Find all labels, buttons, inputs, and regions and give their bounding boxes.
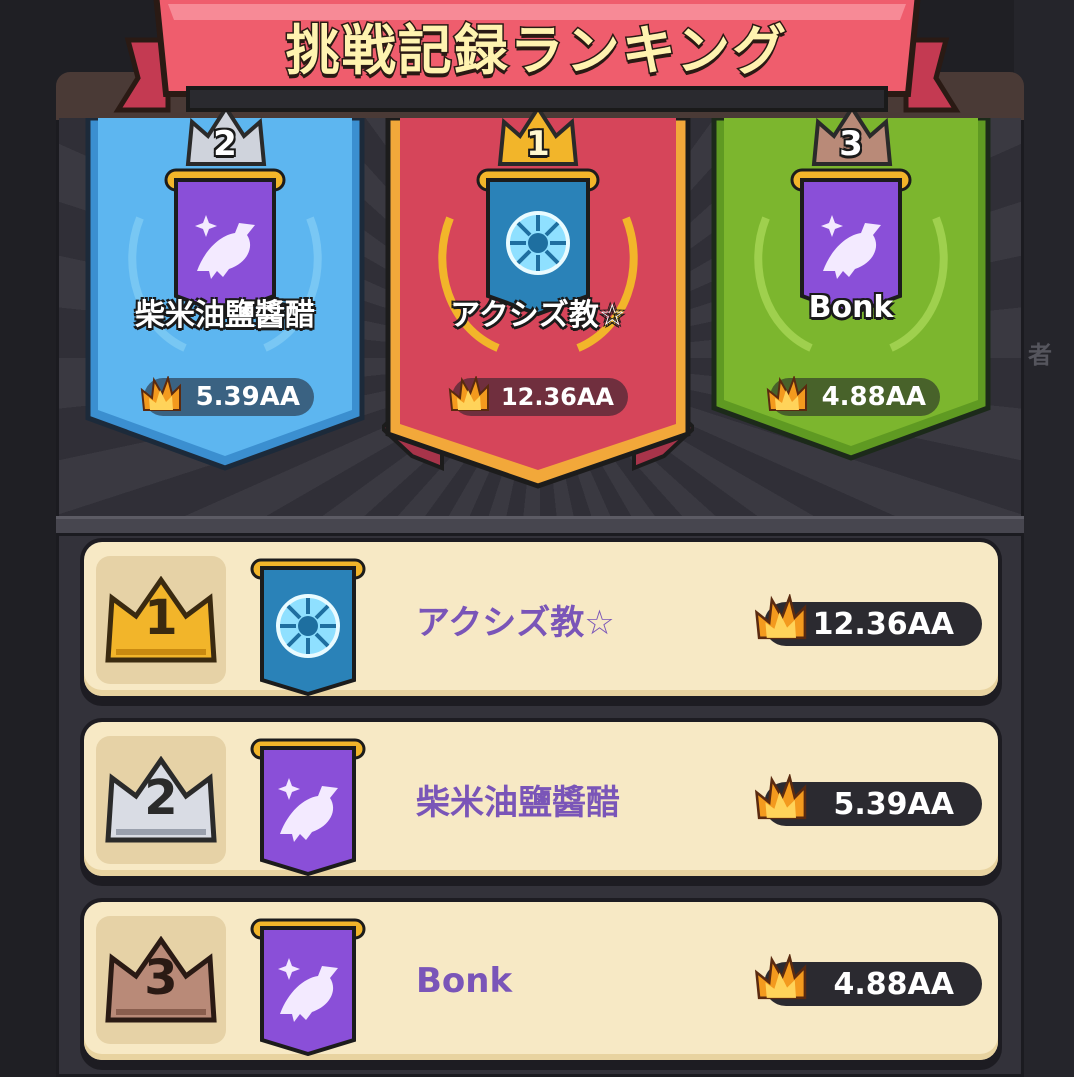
rank-cell: 1 [96, 556, 226, 684]
podium-player-name: Bonk [808, 290, 894, 325]
ranking-row[interactable]: 3 Bonk 4.88AA [80, 898, 1002, 1070]
player-name: アクシズ教☆ [416, 602, 615, 643]
guild-emblem [250, 918, 366, 1056]
guild-emblem [250, 558, 366, 696]
score-pill: 5.39AA [755, 775, 982, 826]
podium-rank-label: 1 [526, 124, 550, 164]
rank-number: 3 [144, 950, 178, 1006]
guild-emblem [250, 738, 366, 876]
podium-score-value: 12.36AA [500, 383, 614, 411]
score-value: 4.88AA [833, 966, 954, 1002]
podium-banner-rank-3[interactable]: 3 Bonk 4.88AA [708, 106, 994, 468]
rank-cell: 2 [96, 736, 226, 864]
ranking-row-card: 3 Bonk 4.88AA [84, 902, 998, 1060]
ranking-row[interactable]: 2 柴米油鹽醬醋 5.39AA [80, 718, 1002, 886]
flame-icon [141, 377, 181, 411]
water-gem-icon [276, 594, 340, 658]
ranking-row-card: 1 アクシズ教☆ 12.36AA [84, 542, 998, 696]
podium-rank-label: 3 [839, 124, 863, 164]
score-value: 12.36AA [812, 606, 954, 642]
rank-number: 2 [144, 770, 178, 826]
score-value: 5.39AA [833, 786, 954, 822]
podium-score: 4.88AA [767, 377, 940, 416]
flame-icon [755, 955, 807, 1000]
flame-icon [755, 595, 807, 640]
page-title: 挑戦記録ランキング [284, 18, 789, 84]
podium-banner-rank-2[interactable]: 2 柴米油鹽醬醋 5.39AA [82, 106, 368, 478]
rank-cell: 3 [96, 916, 226, 1044]
podium-player-name: 柴米油鹽醬醋 [135, 298, 315, 333]
flame-icon [767, 377, 807, 411]
podium-banner-rank-1[interactable]: 1 アクシズ教☆ 12.36AA [382, 106, 694, 498]
player-name: Bonk [416, 961, 513, 1001]
side-text: 者 [1028, 341, 1052, 369]
podium-divider [56, 516, 1024, 536]
podium-score-value: 4.88AA [821, 382, 926, 412]
podium-score-value: 5.39AA [195, 382, 300, 412]
podium-score: 12.36AA [449, 377, 628, 416]
score-pill: 12.36AA [755, 595, 982, 646]
podium-score: 5.39AA [141, 377, 314, 416]
ranking-row[interactable]: 1 アクシズ教☆ 12.36AA [80, 538, 1002, 706]
ranking-row-card: 2 柴米油鹽醬醋 5.39AA [84, 722, 998, 876]
flame-icon [449, 377, 489, 411]
podium-player-name: アクシズ教☆ [450, 298, 626, 333]
score-pill: 4.88AA [755, 955, 982, 1006]
player-name: 柴米油鹽醬醋 [416, 782, 620, 823]
rank-number: 1 [144, 590, 178, 646]
flame-icon [755, 775, 807, 820]
podium-rank-label: 2 [213, 124, 237, 164]
